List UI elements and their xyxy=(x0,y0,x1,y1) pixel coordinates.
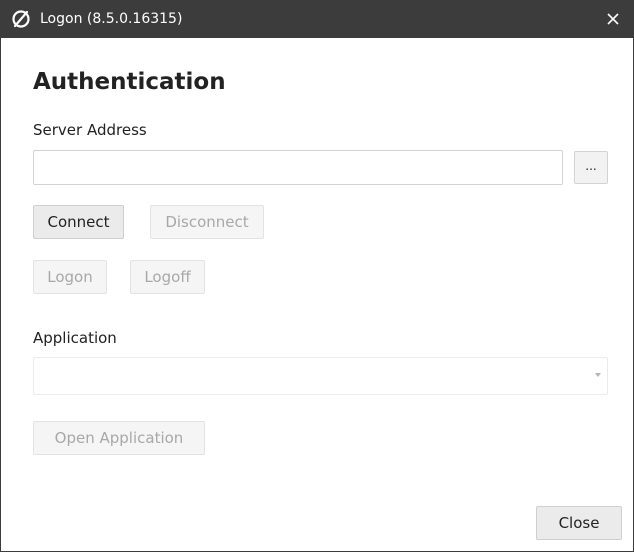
browse-button[interactable]: ... xyxy=(574,151,608,184)
slashed-circle-icon xyxy=(12,10,30,28)
logoff-button[interactable]: Logoff xyxy=(130,260,205,294)
close-button[interactable]: Close xyxy=(536,506,622,540)
application-label: Application xyxy=(33,329,117,347)
chevron-down-icon xyxy=(595,373,601,377)
window-close-button[interactable] xyxy=(591,0,634,38)
logon-button[interactable]: Logon xyxy=(33,260,107,294)
server-address-label: Server Address xyxy=(33,121,147,139)
application-select[interactable] xyxy=(33,357,608,395)
window-title: Logon (8.5.0.16315) xyxy=(40,11,183,27)
disconnect-button[interactable]: Disconnect xyxy=(150,205,264,239)
connect-button[interactable]: Connect xyxy=(33,205,124,239)
open-application-button[interactable]: Open Application xyxy=(33,421,205,455)
page-title: Authentication xyxy=(33,69,226,95)
logon-dialog: Logon (8.5.0.16315) Authentication Serve… xyxy=(0,0,634,552)
title-bar: Logon (8.5.0.16315) xyxy=(1,0,634,38)
server-address-input[interactable] xyxy=(33,150,563,185)
close-icon xyxy=(607,13,619,25)
